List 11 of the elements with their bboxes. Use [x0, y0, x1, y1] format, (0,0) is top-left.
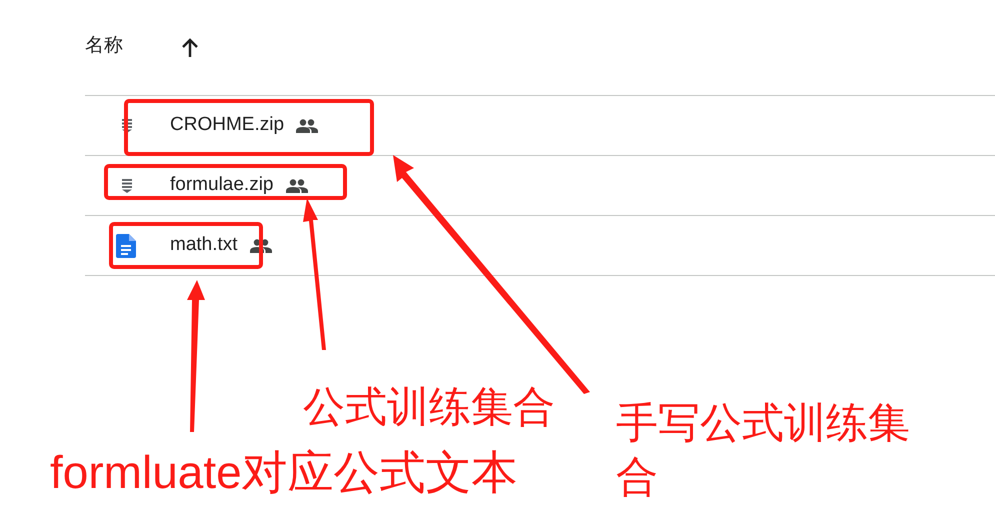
annotation-text: 公式训练集合 — [303, 382, 555, 432]
sort-arrow-icon[interactable] — [181, 38, 199, 58]
file-name[interactable]: formulae.zip — [170, 171, 274, 200]
file-name[interactable]: math.txt — [170, 231, 238, 260]
document-icon — [116, 234, 136, 258]
file-name[interactable]: CROHME.zip — [170, 111, 284, 140]
annotation-text: 手写公式训练集合 — [616, 398, 911, 502]
annotation-text: formluate对应公式文本 — [50, 445, 518, 500]
column-header[interactable]: 名称 — [85, 32, 123, 63]
zip-file-icon — [121, 178, 133, 192]
zip-file-icon — [121, 118, 133, 132]
